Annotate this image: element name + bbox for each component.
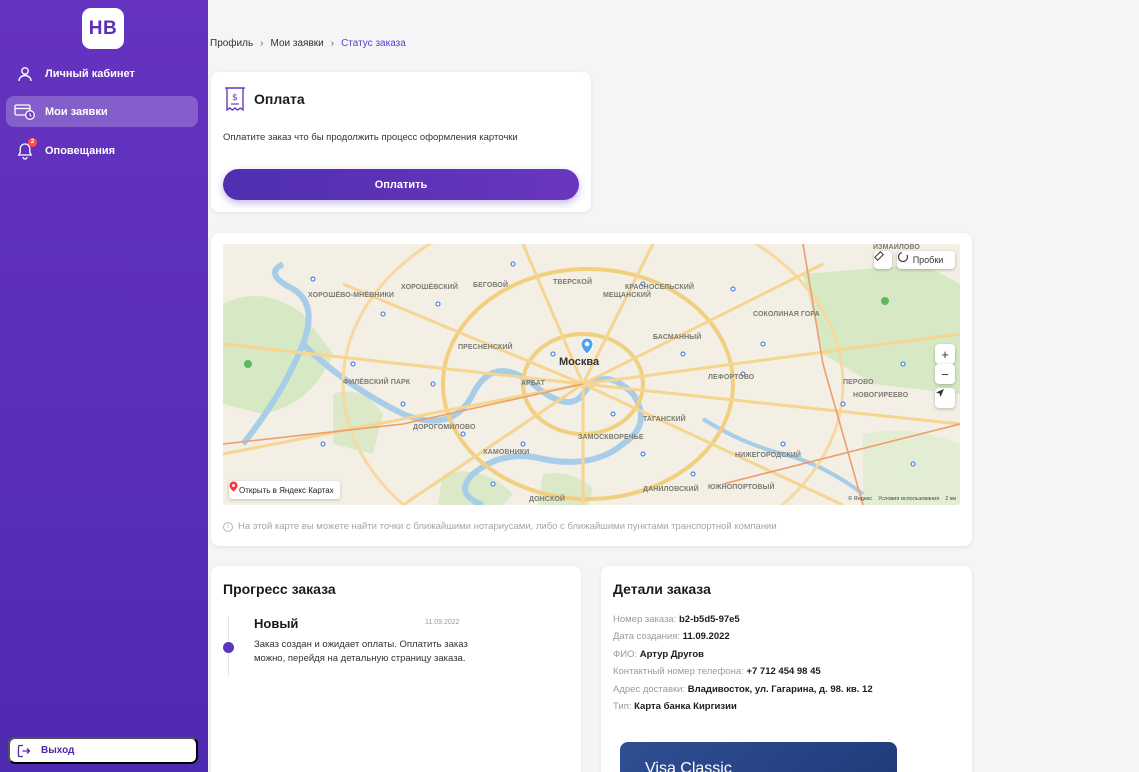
map-district-label: СОКОЛИНАЯ ГОРА [753,311,820,318]
sidebar-item-orders[interactable]: Мои заявки [6,96,198,127]
logo[interactable]: НВ [82,8,124,49]
details-title: Детали заказа [613,581,711,597]
timeline-dot [223,642,234,653]
exit-label: Выход [41,745,75,756]
chevron-right-icon: › [260,38,264,49]
map-scale: 2 км [945,496,956,502]
bank-card-image: Visa Classic [620,742,897,772]
geolocation-button[interactable] [935,388,955,408]
map-district-label: НОВОГИРЕЕВО [853,392,909,399]
order-details-card: Детали заказа Номер заказа: b2-b5d5-97e5… [601,566,972,772]
map-district-label: ДАНИЛОВСКИЙ [643,486,699,493]
map-district-label: ПЕРОВО [843,379,874,386]
map-district-label: ДОРОГОМИЛОВО [413,424,476,431]
map-district-label: БЕГОВОЙ [473,282,509,289]
breadcrumb-orders[interactable]: Мои заявки [271,38,324,49]
detail-delivery-address: Адрес доставки: Владивосток, ул. Гагарин… [613,684,873,695]
map-district-label: ХАМОВНИКИ [483,449,530,456]
info-icon: i [223,521,233,532]
detail-full-name: ФИО: Артур Другов [613,649,704,660]
detail-created-date: Дата создания: 11.09.2022 [613,631,730,642]
ruler-button[interactable] [874,251,892,269]
map-copyright: © Яндекс [848,496,873,502]
status-description: Заказ создан и ожидает оплаты. Оплатить … [254,639,468,664]
zoom-out-button[interactable]: − [935,364,955,384]
map-district-label: АРБАТ [521,380,545,387]
map-district-label: БАСМАННЫЙ [653,334,702,341]
sidebar-item-label: Оповещания [45,144,116,157]
map-district-label: ДОНСКОЙ [529,496,565,503]
map-district-label: КРАСНОСЕЛЬСКИЙ [625,284,695,291]
card-clock-icon [13,100,37,124]
map-district-label: ЮЖНОПОРТОВЫЙ [708,484,775,491]
receipt-icon: $ [224,86,246,117]
order-progress-card: Прогресс заказа Новый 11.09.2022 Заказ с… [211,566,581,772]
sidebar-item-label: Личный кабинет [45,67,135,80]
open-yandex-maps-button[interactable]: Открыть в Яндекс Картах [229,481,340,499]
map-view[interactable]: ХОРОШЁВО-МНЁВНИКИ ХОРОШЁВСКИЙ БЕГОВОЙ ТВ… [223,244,960,505]
svg-text:$: $ [232,93,238,103]
map-attribution: © Яндекс Условия использования 2 км [848,496,956,502]
sidebar: НВ Личный кабинет Мои заявки 2 Оповещани… [0,0,208,772]
chevron-right-icon: › [330,38,335,49]
order-status: Новый [254,616,299,631]
status-date: 11.09.2022 [425,619,460,626]
progress-title: Прогресс заказа [223,581,336,597]
detail-phone: Контактный номер телефона: +7 712 454 98… [613,666,821,677]
map-note-text: На этой карте вы можете найти точки с бл… [238,521,777,532]
detail-type: Тип: Карта банка Киргизии [613,701,737,712]
map-district-label: ХОРОШЁВСКИЙ [401,284,458,291]
map-district-label: НИЖЕГОРОДСКИЙ [735,452,802,459]
map-card: ХОРОШЁВО-МНЁВНИКИ ХОРОШЁВСКИЙ БЕГОВОЙ ТВ… [211,233,972,546]
map-district-label: ЛЕФОРТОВО [708,374,755,381]
map-terms-link[interactable]: Условия использования [878,496,939,502]
breadcrumb-profile[interactable]: Профиль [210,38,253,49]
map-city-label: Москва [559,356,600,368]
sidebar-item-profile[interactable]: Личный кабинет [6,58,198,89]
map-district-label: ХОРОШЁВО-МНЁВНИКИ [308,292,395,299]
zoom-in-button[interactable]: + [935,344,955,364]
map-district-label: ФИЛЁВСКИЙ ПАРК [343,379,411,386]
map-district-label: ТВЕРСКОЙ [553,279,593,286]
breadcrumb-current: Статус заказа [341,38,406,49]
payment-title: Оплата [254,90,305,107]
payment-description: Оплатите заказ что бы продолжить процесс… [223,132,518,143]
user-icon [13,62,37,86]
exit-button[interactable]: Выход [8,737,198,764]
map-district-label: ЗАМОСКВОРЕЧЬЕ [578,434,644,441]
map-district-label: ТАГАНСКИЙ [643,416,686,423]
logout-icon [17,744,31,758]
notification-badge: 2 [28,137,37,147]
open-yandex-maps-label: Открыть в Яндекс Картах [239,485,334,495]
traffic-button[interactable]: Пробки [897,251,955,269]
sidebar-item-label: Мои заявки [45,105,108,118]
bank-card-name: Visa Classic [645,760,732,772]
map-district-label: ПРЕСНЕНСКИЙ [458,344,513,351]
bell-icon: 2 [13,137,37,163]
detail-order-number: Номер заказа: b2-b5d5-97e5 [613,614,740,625]
sidebar-item-notifications[interactable]: 2 Оповещания [6,135,198,166]
traffic-label: Пробки [912,255,944,265]
map-note: i На этой карте вы можете найти точки с … [223,521,777,532]
pay-button[interactable]: Оплатить [223,169,579,200]
map-district-label: ИЗМАЙЛОВО [873,244,920,251]
payment-card: $ Оплата Оплатите заказ что бы продолжит… [211,72,591,212]
payment-header: $ Оплата [224,86,305,117]
map-district-label: МЕЩАНСКИЙ [603,292,652,299]
breadcrumb: Профиль › Мои заявки › Статус заказа [210,38,406,49]
